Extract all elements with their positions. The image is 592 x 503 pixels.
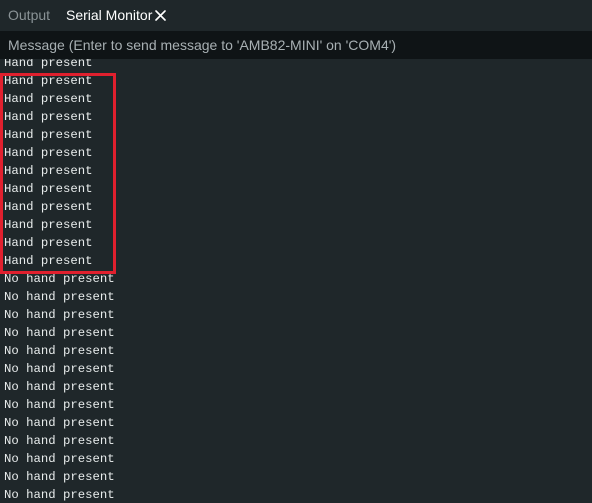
close-icon[interactable] — [155, 10, 166, 21]
log-line: No hand present — [4, 452, 115, 466]
log-line: Hand present — [4, 74, 93, 88]
log-line: Hand present — [4, 164, 93, 178]
log-line: No hand present — [4, 398, 115, 412]
log-line: No hand present — [4, 434, 115, 448]
log-line: No hand present — [4, 344, 115, 358]
log-line: Hand present — [4, 59, 93, 70]
message-bar — [0, 31, 592, 59]
log-line: Hand present — [4, 128, 93, 142]
tab-serial-monitor[interactable]: Serial Monitor — [66, 0, 152, 30]
log-line: Hand present — [4, 110, 93, 124]
tab-output[interactable]: Output — [8, 0, 50, 30]
log-line: No hand present — [4, 308, 115, 322]
log-line: No hand present — [4, 326, 115, 340]
log-line: Hand present — [4, 218, 93, 232]
log-line: Hand present — [4, 146, 93, 160]
log-line: No hand present — [4, 272, 115, 286]
serial-output-log: Hand present Hand present Hand present Hand… — [0, 59, 592, 503]
panel-tab-bar: Output Serial Monitor — [0, 0, 592, 30]
log-line: No hand present — [4, 488, 115, 502]
log-line: Hand present — [4, 92, 93, 106]
log-line: Hand present — [4, 200, 93, 214]
log-line: Hand present — [4, 254, 93, 268]
log-line: Hand present — [4, 236, 93, 250]
log-line: No hand present — [4, 362, 115, 376]
log-line: No hand present — [4, 416, 115, 430]
log-line: No hand present — [4, 290, 115, 304]
log-line: Hand present — [4, 182, 93, 196]
log-line: No hand present — [4, 380, 115, 394]
message-input[interactable] — [0, 31, 592, 59]
log-line: No hand present — [4, 470, 115, 484]
